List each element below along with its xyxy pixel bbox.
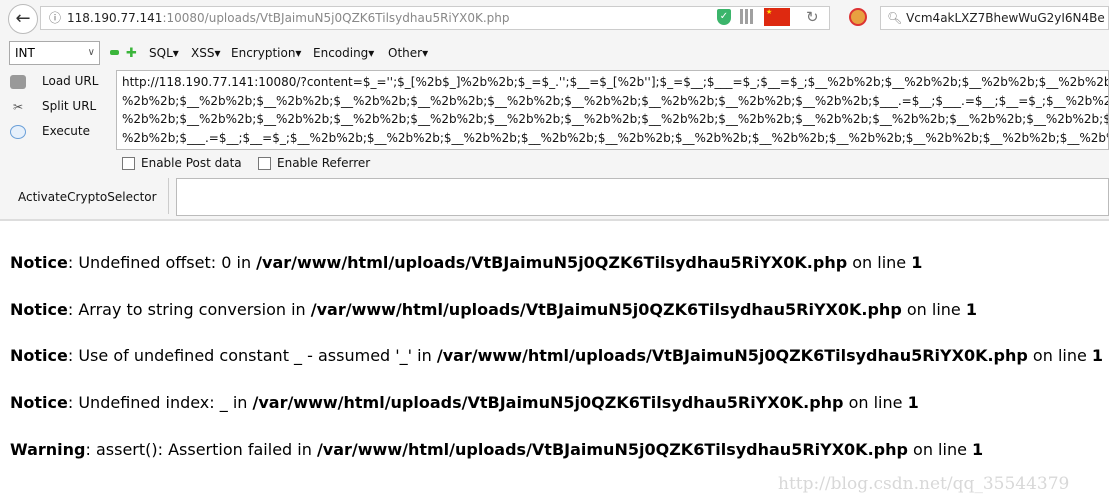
message-mid: on line (1027, 346, 1092, 365)
enable-post-checkbox[interactable]: Enable Post data (122, 156, 242, 170)
search-icon: 🔍︎ (887, 11, 907, 25)
noscript-icon[interactable] (849, 8, 867, 26)
watermark: http://blog.csdn.net/qq_35544379 (778, 474, 1070, 494)
url-path: :10080/uploads/VtBJaimuN5j0QZK6Tilsydhau… (162, 11, 510, 25)
message-line: 1 (907, 393, 919, 412)
scissors-icon: ✂ (12, 99, 24, 114)
enable-referrer-checkbox[interactable]: Enable Referrer (258, 156, 370, 170)
checkbox-icon (122, 157, 135, 170)
load-url-icon (10, 74, 26, 89)
hackbar-type-select[interactable]: INT ∨ (9, 41, 100, 65)
message-line: 1 (1091, 346, 1104, 365)
search-value: Vcm4akLXZ7BhewWuG2yI6N4Be (906, 11, 1105, 25)
message-path: /var/www/html/uploads/VtBJaimuN5j0QZK6Ti… (316, 440, 908, 459)
message-text: : assert(): Assertion failed in (85, 440, 317, 459)
increment-icon[interactable]: ✚ (126, 46, 137, 61)
url-line: %2b%2b;$__%2b%2b;$__%2b%2b;$__%2b%2b;$__… (122, 112, 1109, 126)
url-textarea[interactable]: http://118.190.77.141:10080/?content=$_=… (116, 70, 1109, 150)
message-path: /var/www/html/uploads/VtBJaimuN5j0QZK6Ti… (252, 393, 844, 412)
divider (0, 219, 1109, 221)
checkbox-icon (258, 157, 271, 170)
php-message: Notice: Array to string conversion in /v… (10, 300, 977, 319)
message-level: Notice (10, 346, 68, 365)
message-path: /var/www/html/uploads/VtBJaimuN5j0QZK6Ti… (436, 346, 1028, 365)
menu-other[interactable]: Other▾ (388, 40, 428, 66)
message-text: : Undefined index: _ in (67, 393, 253, 412)
message-path: /var/www/html/uploads/VtBJaimuN5j0QZK6Ti… (256, 253, 848, 272)
shield-icon[interactable]: ✓ (717, 9, 731, 25)
enable-referrer-label: Enable Referrer (277, 156, 371, 170)
message-text: : Use of undefined constant _ - assumed … (67, 346, 437, 365)
play-icon (10, 124, 26, 139)
china-flag-icon[interactable]: ★ (764, 8, 790, 26)
info-icon[interactable]: ⓘ (49, 11, 61, 25)
decrement-icon[interactable] (110, 50, 119, 55)
url-line: %2b%2b;$___.=$__;$__=$_;$__%2b%2b;$__%2b… (122, 130, 1109, 145)
php-message: Notice: Use of undefined constant _ - as… (10, 346, 1103, 365)
message-mid: on line (901, 300, 966, 319)
message-text: : Array to string conversion in (67, 300, 311, 319)
message-level: Notice (10, 393, 68, 412)
menu-xss[interactable]: XSS▾ (191, 40, 220, 66)
qr-code-icon[interactable] (740, 9, 755, 24)
search-input[interactable]: 🔍︎ Vcm4akLXZ7BhewWuG2yI6N4Be (880, 6, 1109, 30)
back-button[interactable]: ← (8, 4, 38, 34)
menu-encoding[interactable]: Encoding▾ (313, 40, 374, 66)
load-url-button[interactable]: Load URL (10, 74, 98, 89)
menu-encryption[interactable]: Encryption▾ (231, 40, 301, 66)
crypto-input[interactable] (176, 178, 1109, 216)
message-line: 1 (972, 440, 984, 459)
address-bar[interactable]: ⓘ 118.190.77.141:10080/uploads/VtBJaimuN5… (40, 6, 830, 30)
message-mid: on line (907, 440, 973, 459)
chevron-down-icon: ∨ (87, 47, 95, 58)
execute-button[interactable]: Execute (10, 124, 90, 139)
crypto-selector-label[interactable]: ActivateCryptoSelector (18, 190, 157, 204)
php-message: Notice: Undefined offset: 0 in /var/www/… (10, 253, 922, 272)
message-path: /var/www/html/uploads/VtBJaimuN5j0QZK6Ti… (310, 300, 902, 319)
divider (168, 178, 169, 214)
message-level: Warning (10, 440, 86, 459)
message-line: 1 (965, 300, 977, 319)
url-line: %2b%2b;$__%2b%2b;$__%2b%2b;$__%2b%2b;$__… (122, 93, 1109, 108)
enable-post-label: Enable Post data (141, 156, 242, 170)
execute-label: Execute (42, 124, 90, 138)
message-mid: on line (847, 253, 912, 272)
reload-icon[interactable]: ↻ (806, 8, 819, 26)
split-url-label: Split URL (42, 99, 97, 113)
php-message: Warning: assert(): Assertion failed in /… (10, 440, 983, 459)
message-text: : Undefined offset: 0 in (67, 253, 257, 272)
load-url-label: Load URL (42, 74, 99, 88)
message-mid: on line (843, 393, 908, 412)
url-host: 118.190.77.141 (67, 11, 163, 25)
message-level: Notice (10, 300, 68, 319)
php-message: Notice: Undefined index: _ in /var/www/h… (10, 393, 919, 412)
menu-sql[interactable]: SQL▾ (149, 40, 179, 66)
url-line: http://118.190.77.141:10080/?content=$_=… (122, 75, 1109, 89)
message-line: 1 (911, 253, 923, 272)
split-url-button[interactable]: ✂ Split URL (10, 99, 96, 114)
select-value: INT (15, 46, 35, 60)
message-level: Notice (10, 253, 68, 272)
